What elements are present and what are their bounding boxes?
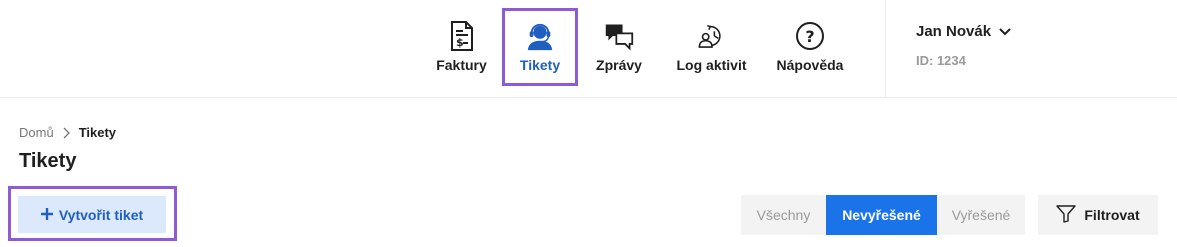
svg-text:$: $ bbox=[456, 36, 464, 49]
nav-item-tikety[interactable]: Tikety bbox=[502, 8, 578, 86]
create-ticket-highlight: Vytvořit tiket bbox=[8, 186, 177, 241]
filter-label: Filtrovat bbox=[1084, 207, 1140, 223]
nav-item-label: Log aktivit bbox=[676, 57, 747, 73]
create-ticket-label: Vytvořit tiket bbox=[58, 206, 144, 223]
nav-item-label: Nápověda bbox=[776, 57, 844, 73]
create-ticket-button[interactable]: Vytvořit tiket bbox=[18, 196, 166, 233]
nav-item-faktury[interactable]: $ Faktury bbox=[420, 9, 503, 85]
status-tab-resolved[interactable]: Vyřešené bbox=[937, 195, 1025, 235]
top-bar: $ Faktury Tikety Zprávy Log aktivit ? Ná… bbox=[0, 0, 1177, 98]
main-nav: $ Faktury Tikety Zprávy Log aktivit ? Ná… bbox=[420, 8, 858, 86]
chevron-right-icon bbox=[63, 127, 70, 139]
chat-bubbles-icon bbox=[604, 21, 634, 51]
breadcrumb-current: Tikety bbox=[78, 125, 117, 140]
invoice-icon: $ bbox=[447, 21, 477, 51]
nav-item-label: Zprávy bbox=[596, 57, 642, 73]
nav-item-napoveda[interactable]: ? Nápověda bbox=[762, 9, 858, 85]
breadcrumb: Domů Tikety bbox=[19, 125, 116, 140]
page-title: Tikety bbox=[19, 150, 77, 172]
user-name-toggle[interactable]: Jan Novák bbox=[916, 23, 1011, 40]
nav-item-zpravy[interactable]: Zprávy bbox=[577, 9, 661, 85]
nav-item-label: Tikety bbox=[519, 57, 561, 73]
headset-support-icon bbox=[525, 21, 555, 51]
nav-item-label: Faktury bbox=[436, 57, 487, 73]
chevron-down-icon bbox=[999, 23, 1011, 40]
status-filter-segmented: Všechny Nevyřešené Vyřešené bbox=[741, 195, 1025, 235]
activity-log-icon bbox=[697, 21, 727, 51]
status-tab-unresolved[interactable]: Nevyřešené bbox=[826, 195, 937, 235]
user-divider bbox=[885, 0, 886, 98]
user-name: Jan Novák bbox=[916, 23, 992, 40]
user-id: ID: 1234 bbox=[916, 53, 966, 68]
filter-button[interactable]: Filtrovat bbox=[1038, 195, 1158, 235]
status-tab-all[interactable]: Všechny bbox=[741, 195, 826, 235]
filter-funnel-icon bbox=[1056, 204, 1077, 226]
user-menu[interactable]: Jan Novák ID: 1234 bbox=[916, 23, 1011, 68]
breadcrumb-home[interactable]: Domů bbox=[19, 125, 54, 140]
plus-icon bbox=[40, 207, 53, 223]
nav-item-log-aktivit[interactable]: Log aktivit bbox=[661, 9, 762, 85]
svg-text:?: ? bbox=[805, 27, 814, 46]
help-icon: ? bbox=[795, 21, 825, 51]
